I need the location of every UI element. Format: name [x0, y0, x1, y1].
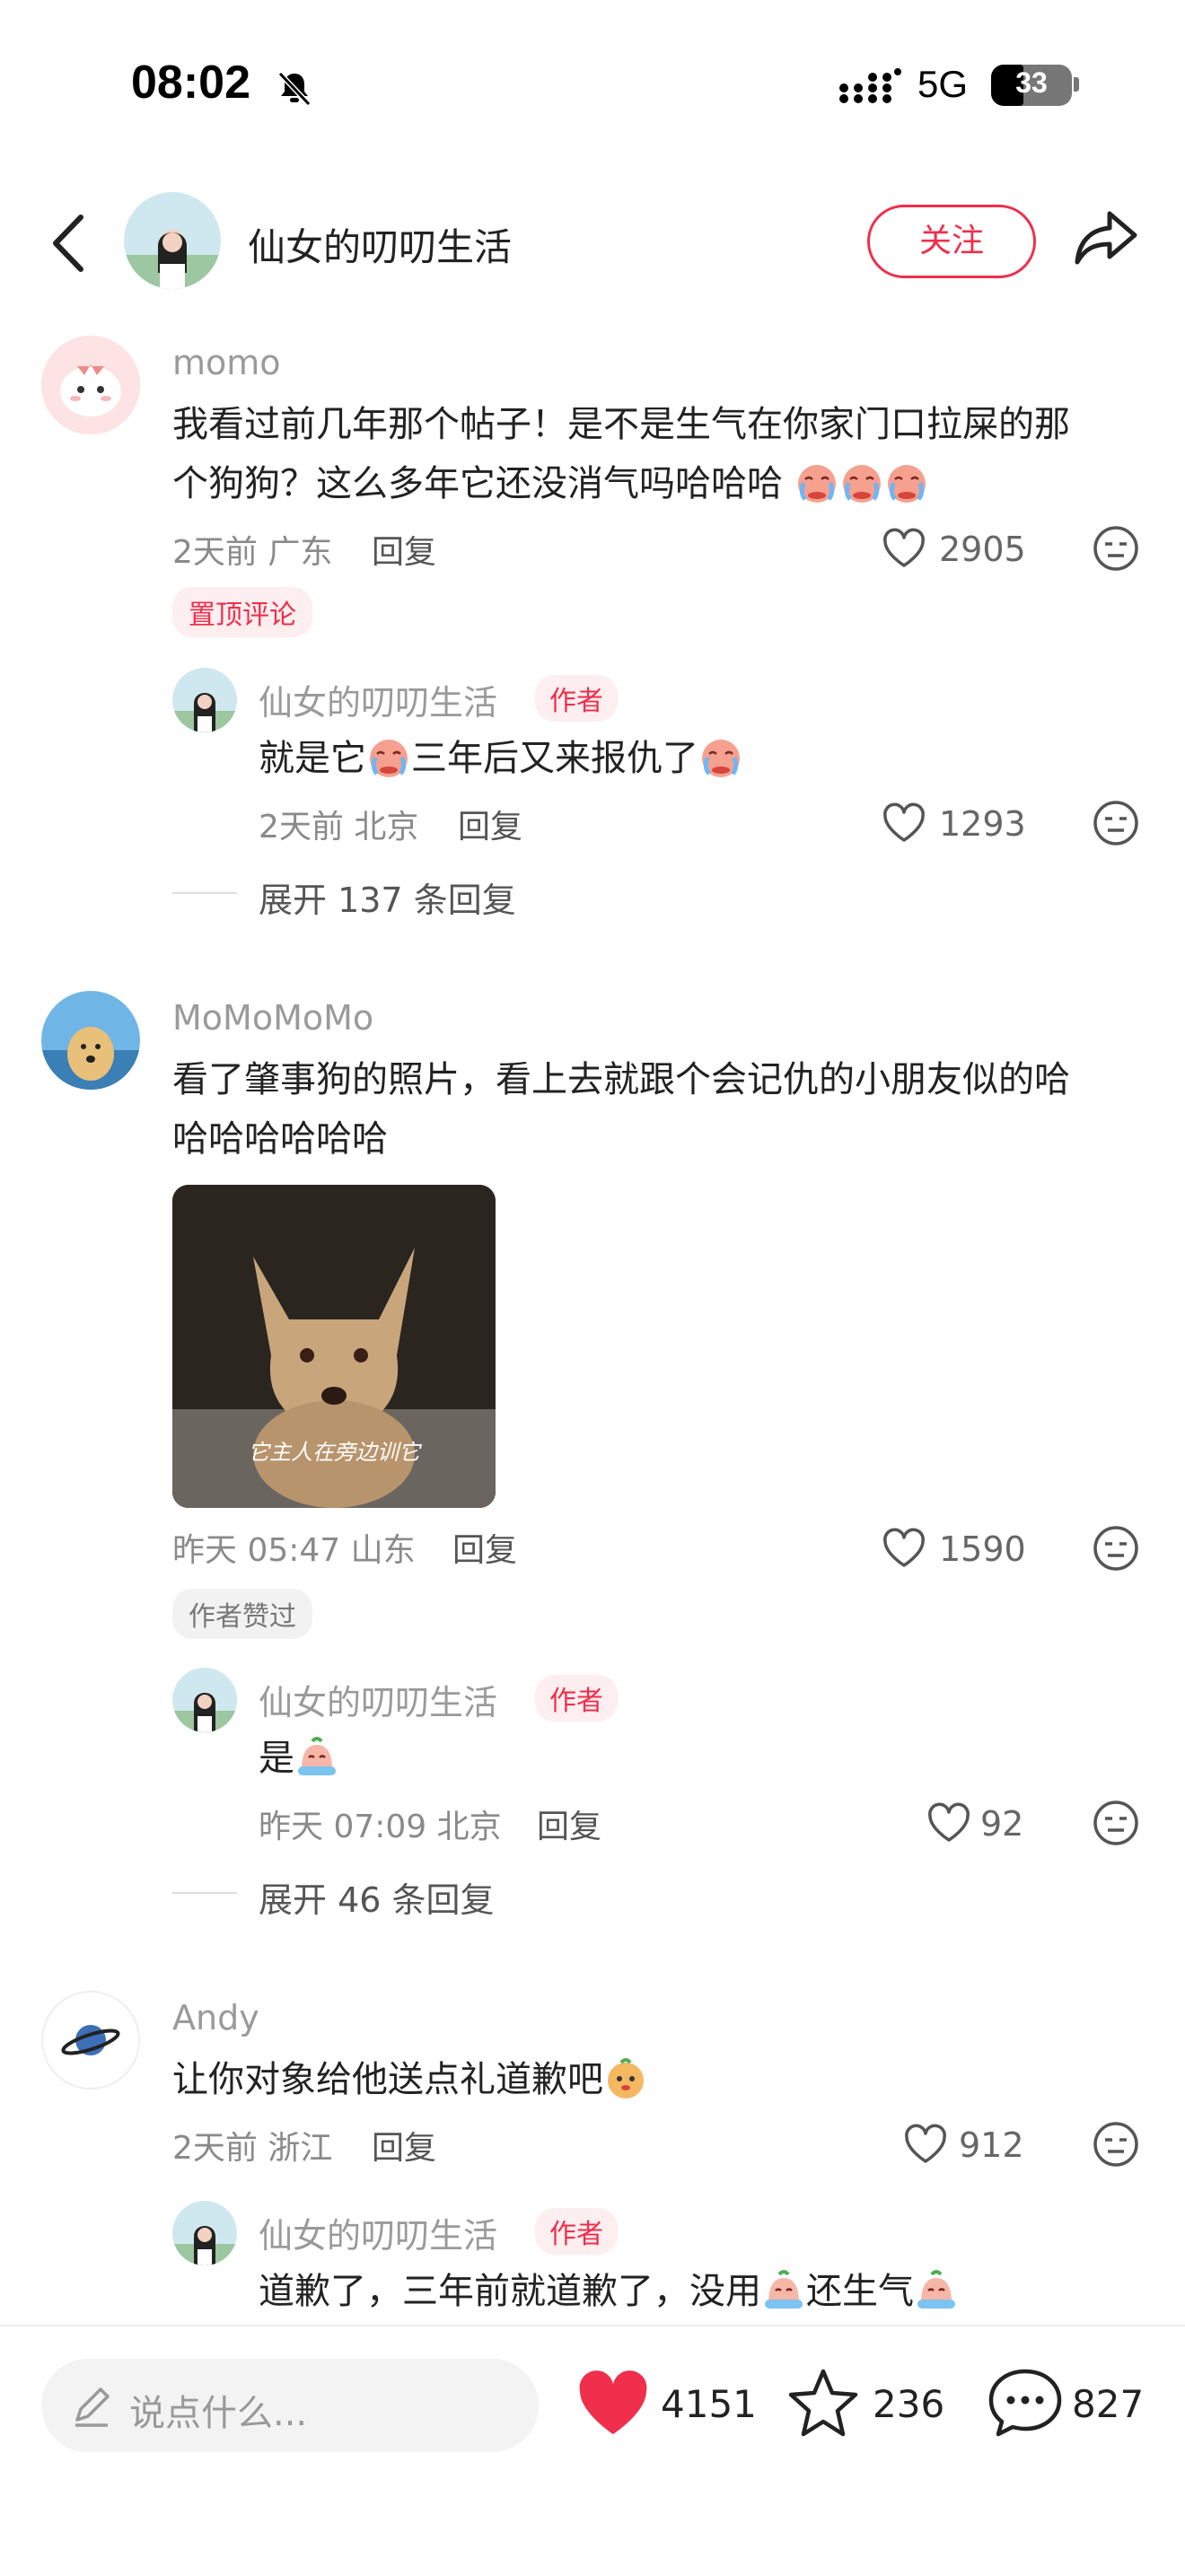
like-count: 1293	[939, 804, 1026, 844]
neutral-face-icon[interactable]	[1092, 1799, 1140, 1847]
reply-button[interactable]: 回复	[458, 801, 522, 847]
comment-meta: 昨天 05:47 山东	[172, 1532, 416, 1569]
heart-outline-icon[interactable]	[926, 1802, 971, 1844]
neutral-face-icon[interactable]	[1092, 524, 1140, 573]
reply-text-a: 道歉了，三年前就道歉了，没用	[259, 2271, 761, 2312]
expand-divider	[172, 1892, 237, 1894]
reply-text: 是	[259, 1729, 339, 1788]
reply-text: 就是它 三年后又来报仇了	[259, 729, 743, 788]
comment-text-line1: 看了肇事狗的照片，看上去就跟个会记仇的小朋友似的哈	[172, 1059, 1070, 1100]
crying-emoji-icon	[797, 465, 836, 503]
comment-input-placeholder: 说点什么...	[129, 2393, 308, 2434]
comment-username[interactable]: Andy	[172, 1998, 259, 2037]
reply-button[interactable]: 回复	[452, 1524, 517, 1571]
expand-replies[interactable]: 展开 46 条回复	[259, 1872, 495, 1922]
comment-text: 让你对象给他送点礼道歉吧	[172, 2059, 603, 2100]
reply-button[interactable]: 回复	[372, 2122, 436, 2169]
like-count: 92	[980, 1804, 1024, 1844]
heart-filled-icon[interactable]	[576, 2370, 650, 2438]
like-count: 1590	[939, 1529, 1026, 1569]
reply-avatar[interactable]	[172, 668, 237, 732]
comment-image[interactable]: 它主人在旁边训它	[172, 1185, 496, 1508]
smug-emoji-icon	[608, 2058, 644, 2098]
reply-text-b: 还生气	[806, 2271, 914, 2312]
author-badge: 作者	[535, 675, 618, 722]
comment-text: 个狗狗？这么多年它还没消气吗哈哈哈	[172, 463, 783, 504]
back-arrow-icon[interactable]	[47, 212, 90, 275]
expand-replies[interactable]: 展开 137 条回复	[259, 872, 516, 922]
reply-text-a: 就是它	[259, 738, 366, 779]
share-icon[interactable]	[1074, 208, 1138, 267]
like-count: 912	[959, 2125, 1024, 2165]
reply-meta: 昨天 07:09 北京	[259, 1809, 502, 1845]
pen-icon	[75, 2388, 110, 2427]
melting-crying-emoji-icon	[298, 1737, 336, 1775]
crying-emoji-icon	[370, 740, 408, 777]
comment-username[interactable]: MoMoMoMo	[172, 998, 373, 1038]
star-icon[interactable]	[786, 2366, 860, 2438]
comment-meta: 2天前 浙江	[172, 2130, 333, 2167]
reply-avatar[interactable]	[172, 1668, 237, 1732]
comment-meta: 2天前 广东	[172, 534, 333, 571]
battery-cap	[1074, 77, 1079, 92]
page-title: 仙女的叨叨生活	[248, 225, 513, 269]
author-liked-tag: 作者赞过	[172, 1589, 312, 1639]
crying-emoji-icon	[887, 465, 926, 503]
author-avatar[interactable]	[124, 192, 221, 289]
reply-button[interactable]: 回复	[372, 526, 436, 573]
heart-outline-icon[interactable]	[882, 1528, 926, 1569]
reply-meta: 2天前 北京	[259, 809, 419, 846]
neutral-face-icon[interactable]	[1092, 1524, 1140, 1573]
network-type: 5G	[917, 63, 969, 105]
reply-button[interactable]: 回复	[537, 1801, 601, 1847]
neutral-face-icon[interactable]	[1092, 2120, 1140, 2169]
reply-avatar[interactable]	[172, 2201, 237, 2265]
reply-text: 道歉了，三年前就道歉了，没用 还生气	[259, 2262, 959, 2321]
crying-emoji-icon	[702, 740, 740, 777]
neutral-face-icon[interactable]	[1092, 799, 1140, 847]
post-like-count: 4151	[661, 2382, 757, 2426]
comment-username[interactable]: momo	[172, 343, 281, 382]
expand-divider	[172, 892, 237, 894]
signal-icon	[839, 68, 901, 103]
heart-outline-icon[interactable]	[882, 802, 926, 844]
reply-text-b: 三年后又来报仇了	[411, 738, 698, 779]
comment-text-line1: 我看过前几年那个帖子！是不是生气在你家门口拉屎的那	[172, 404, 1070, 445]
author-badge: 作者	[535, 1675, 618, 1722]
comment-text-line2: 哈哈哈哈哈哈	[172, 1118, 388, 1160]
reply-username[interactable]: 仙女的叨叨生活	[259, 2208, 497, 2257]
reply-text-a: 是	[259, 1738, 294, 1779]
comment-avatar[interactable]	[41, 336, 140, 434]
reply-username[interactable]: 仙女的叨叨生活	[259, 675, 497, 724]
bell-muted-icon	[277, 71, 312, 107]
comment-avatar[interactable]	[41, 991, 140, 1090]
follow-button[interactable]: 关注	[867, 205, 1036, 278]
melting-crying-emoji-icon	[765, 2270, 803, 2309]
post-comment-count: 827	[1072, 2382, 1145, 2426]
melting-crying-emoji-icon	[917, 2270, 955, 2309]
image-caption: 它主人在旁边训它	[248, 1440, 420, 1465]
heart-outline-icon[interactable]	[903, 2124, 948, 2165]
reply-username[interactable]: 仙女的叨叨生活	[259, 1675, 497, 1724]
like-count: 2905	[939, 530, 1026, 569]
heart-outline-icon[interactable]	[882, 528, 926, 569]
comment-bubble-icon[interactable]	[988, 2366, 1063, 2438]
author-badge: 作者	[535, 2208, 618, 2255]
pinned-tag: 置顶评论	[172, 587, 312, 637]
post-star-count: 236	[873, 2382, 945, 2426]
status-time: 08:02	[131, 57, 250, 109]
comment-avatar[interactable]	[41, 1991, 140, 2090]
comment-text-line2: 个狗狗？这么多年它还没消气吗哈哈哈	[172, 454, 929, 513]
crying-emoji-icon	[842, 465, 881, 503]
battery-level: 33	[1015, 66, 1048, 99]
comment-text-line1: 让你对象给他送点礼道歉吧	[172, 2050, 648, 2109]
